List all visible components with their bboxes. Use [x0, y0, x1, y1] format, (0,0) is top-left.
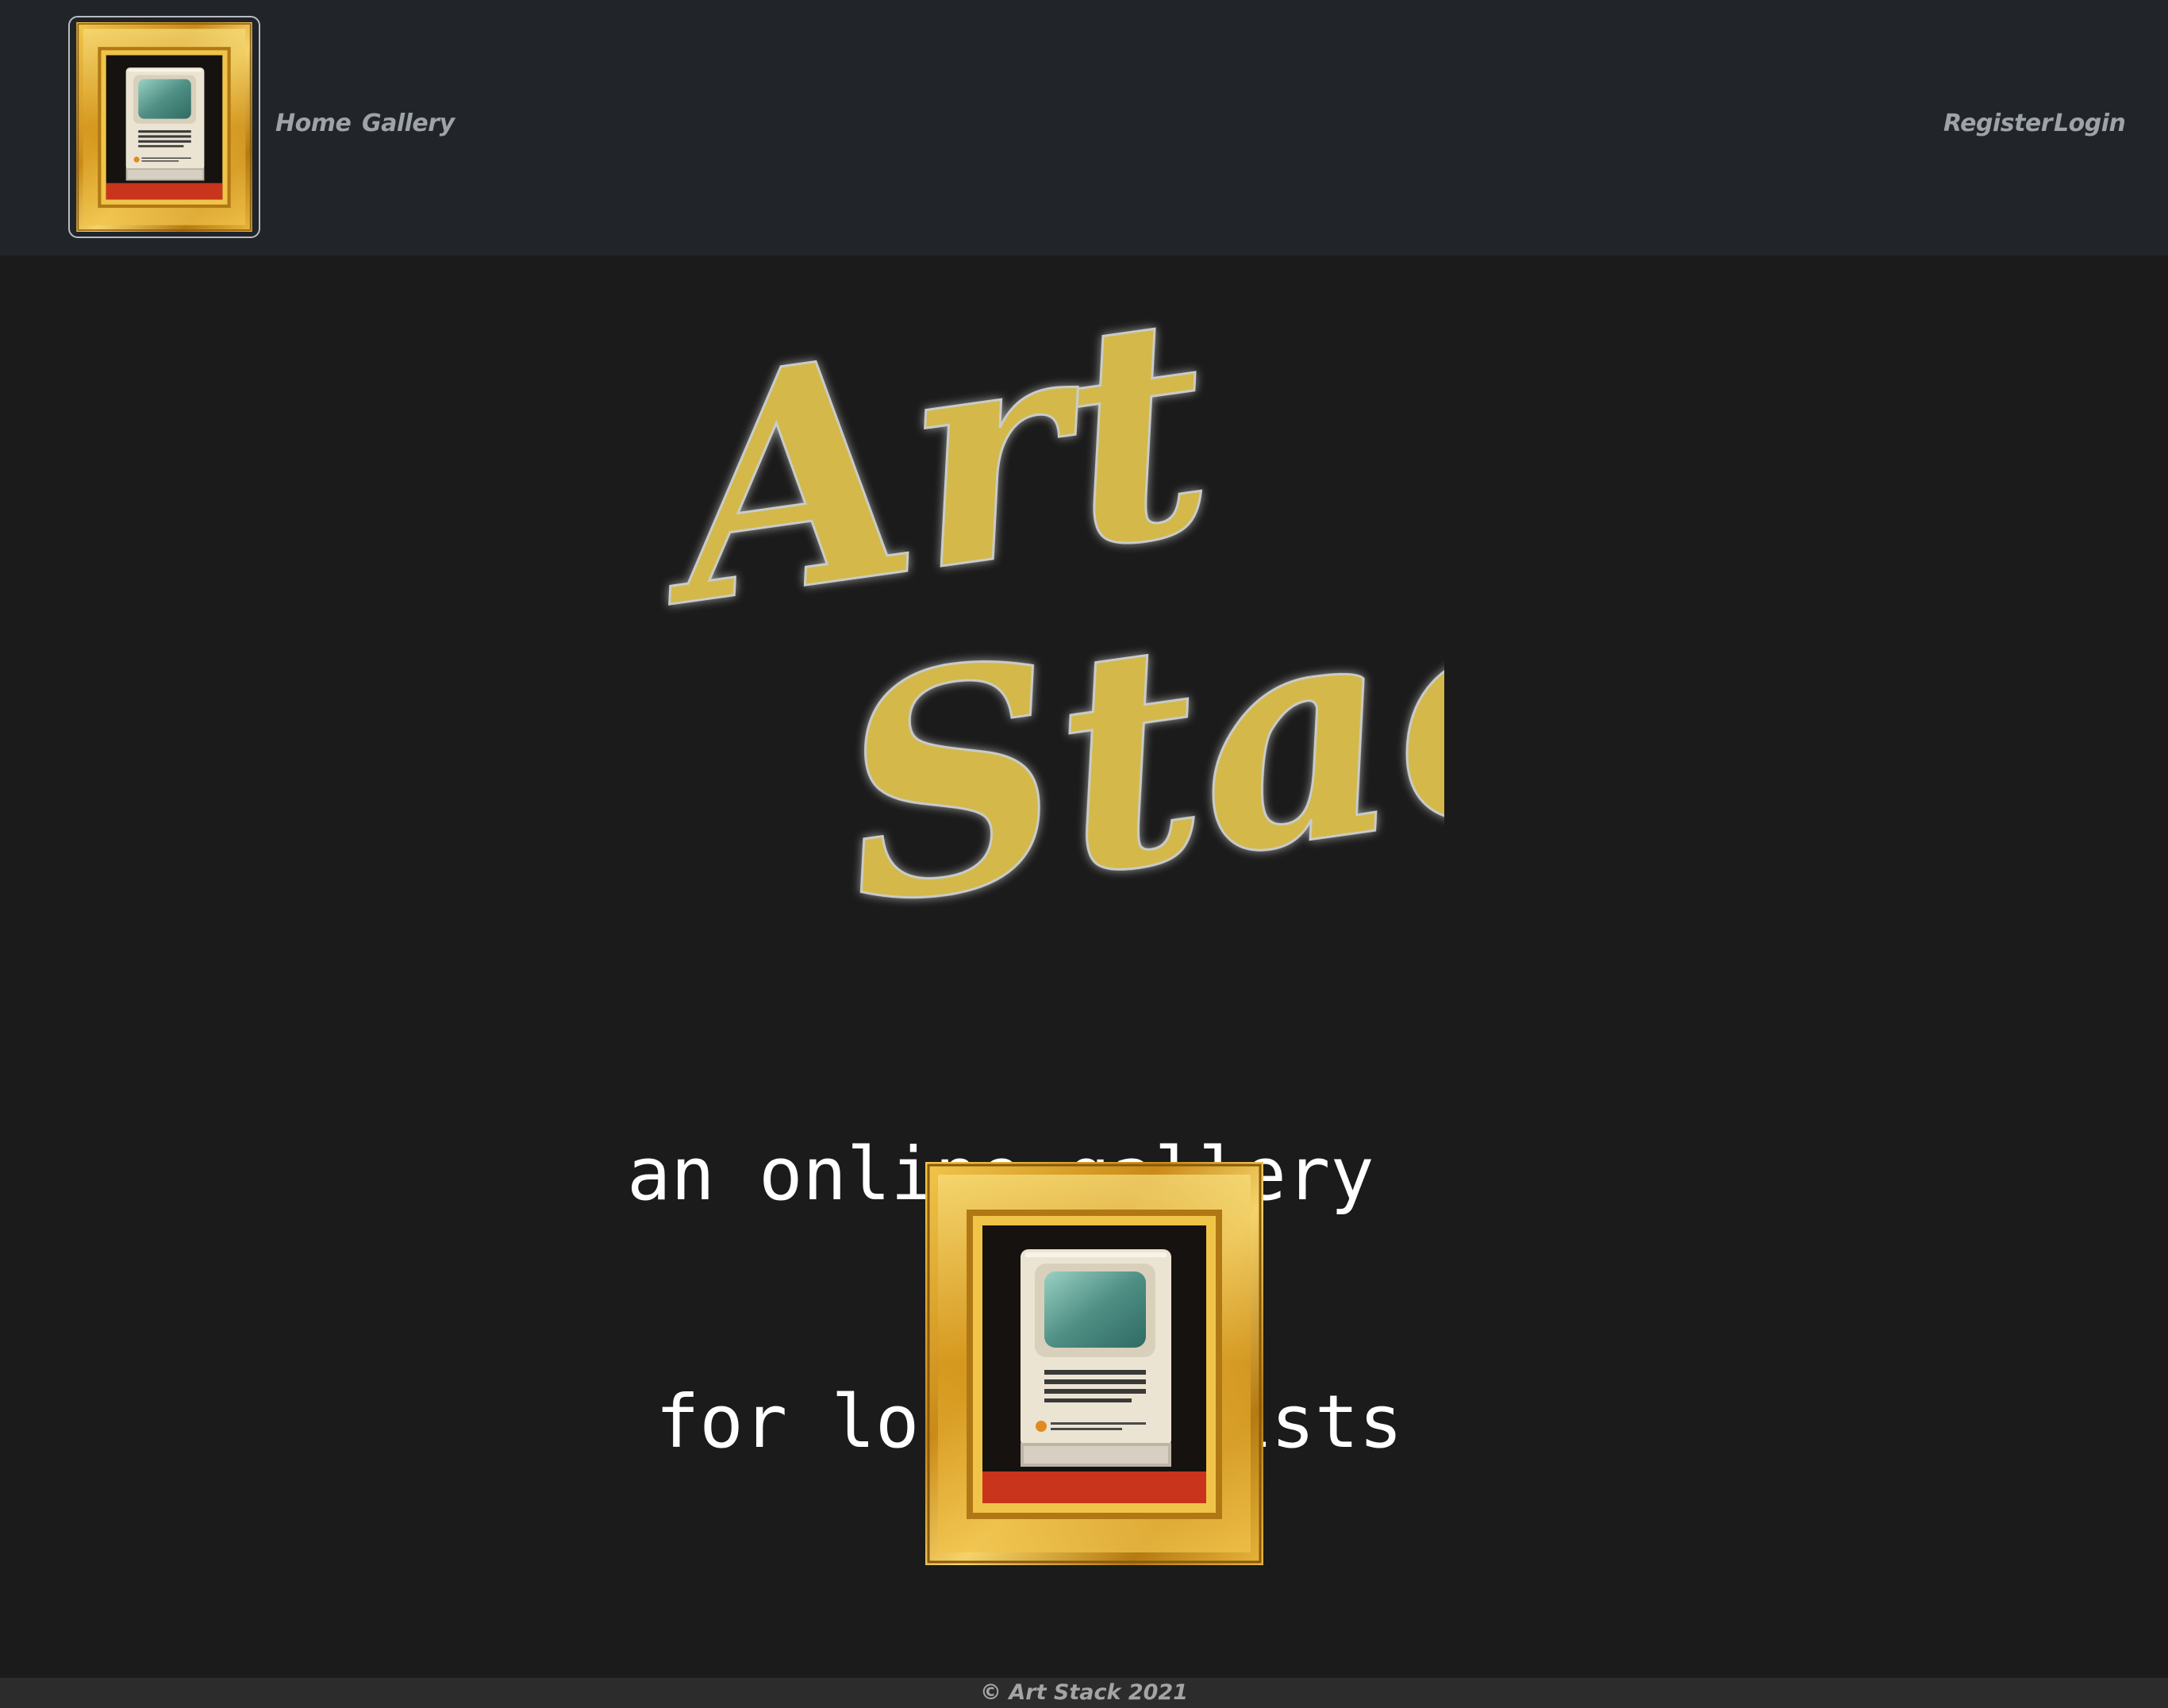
footer-copyright: © Art Stack 2021: [980, 1680, 1188, 1705]
nav-link-login[interactable]: Login: [2054, 110, 2126, 137]
framed-computer-painting: [925, 1162, 1263, 1565]
nav-link-gallery[interactable]: Gallery: [362, 110, 455, 137]
footer: © Art Stack 2021: [0, 1678, 2168, 1708]
brand-logo-link[interactable]: [68, 16, 260, 238]
art-stack-logo: Art Stack: [651, 317, 1444, 952]
nav-link-register[interactable]: Register: [1943, 110, 2053, 137]
nav-link-home[interactable]: Home: [275, 110, 352, 137]
navbar: Home Gallery Register Login: [0, 0, 2168, 256]
brand-painting-icon: [75, 22, 253, 232]
